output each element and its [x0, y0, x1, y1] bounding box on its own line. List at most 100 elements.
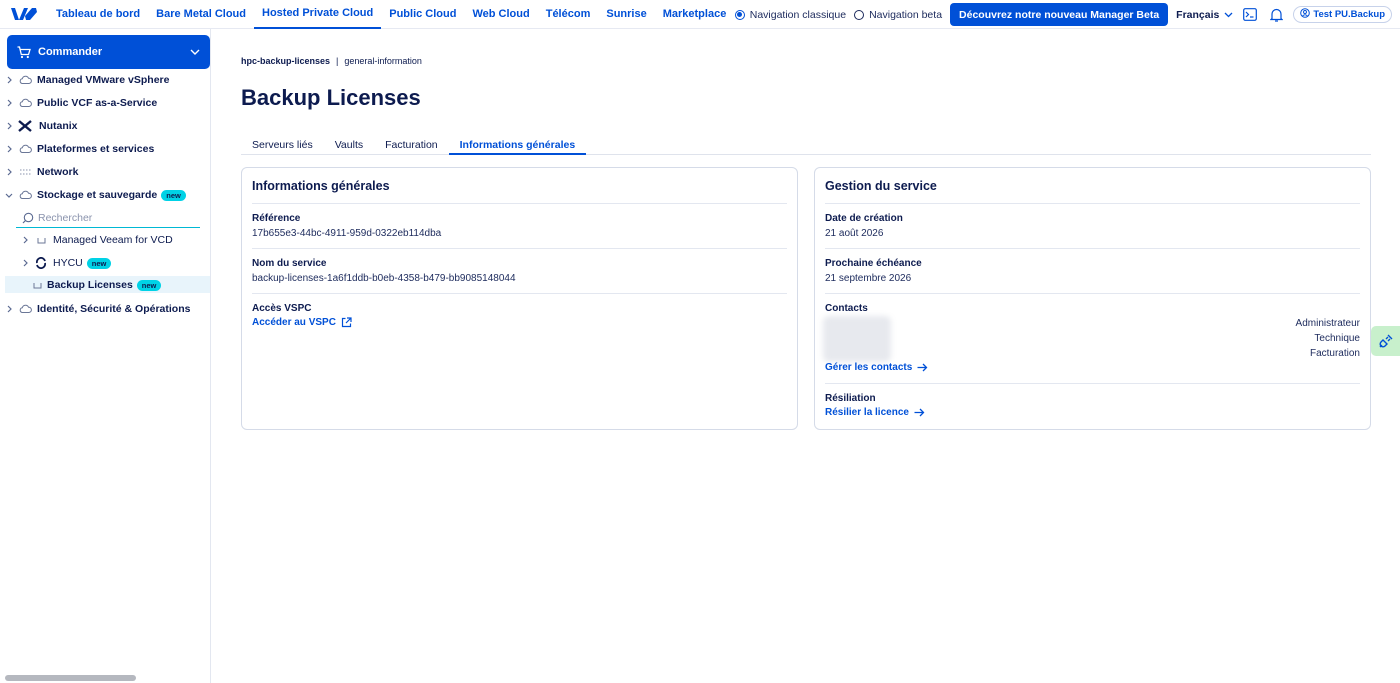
chevron-down-icon: [1224, 9, 1233, 21]
topnav-tableau-de-bord[interactable]: Tableau de bord: [48, 0, 148, 29]
topnav-hosted-private-cloud[interactable]: Hosted Private Cloud: [254, 0, 382, 29]
cart-icon: [17, 45, 31, 59]
nav-beta-radio[interactable]: Navigation beta: [854, 9, 942, 21]
storage-icon: [30, 281, 44, 289]
creation-date-value: 21 août 2026: [825, 228, 884, 239]
manage-contacts-link[interactable]: Gérer les contacts: [825, 362, 928, 373]
breadcrumb-item-current: general-information: [344, 56, 422, 66]
tab-informations-generales[interactable]: Informations générales: [448, 139, 587, 155]
expiry-date-value: 21 septembre 2026: [825, 273, 912, 284]
sidebar-search-input[interactable]: Rechercher: [16, 208, 200, 228]
sidebar-subitem-hycu[interactable]: HYCU new: [16, 253, 112, 273]
tab-facturation[interactable]: Facturation: [374, 139, 449, 155]
storage-icon: [32, 236, 50, 244]
account-button[interactable]: Test PU.Backup: [1293, 6, 1392, 23]
new-badge: new: [86, 257, 112, 269]
page-title: Backup Licenses: [241, 85, 421, 110]
cloud-icon: [16, 144, 34, 154]
arrow-right-icon: [917, 363, 928, 372]
user-icon: [1300, 8, 1311, 21]
creation-date-label: Date de création: [825, 213, 903, 224]
tab-vaults[interactable]: Vaults: [324, 139, 374, 155]
top-navigation-bar: Tableau de bord Bare Metal Cloud Hosted …: [0, 0, 1400, 29]
vspc-access-label: Accès VSPC: [252, 303, 312, 314]
card-title: Gestion du service: [825, 179, 937, 193]
radio-selected-icon: [734, 9, 745, 20]
cloud-icon: [16, 75, 34, 85]
contact-role-admin: Administrateur: [1295, 318, 1360, 329]
nutanix-icon: [16, 120, 34, 132]
contact-role-technical: Technique: [1314, 333, 1360, 344]
nav-classic-radio[interactable]: Navigation classique: [734, 8, 847, 21]
breadcrumb-item-service[interactable]: hpc-backup-licenses: [241, 56, 330, 66]
main-content: hpc-backup-licenses | general-informatio…: [211, 29, 1400, 683]
service-name-label: Nom du service: [252, 258, 327, 269]
topnav-marketplace[interactable]: Marketplace: [655, 0, 735, 29]
feedback-side-tab[interactable]: [1371, 326, 1400, 356]
external-link-icon: [341, 317, 352, 328]
top-right-controls: Navigation classique Navigation beta Déc…: [734, 0, 1392, 29]
contacts-label: Contacts: [825, 303, 868, 314]
ovh-logo-icon[interactable]: [0, 0, 48, 29]
terminal-icon[interactable]: [1241, 6, 1259, 24]
sidebar-item-stockage[interactable]: Stockage et sauvegarde new: [0, 185, 186, 205]
sidebar-item-plateformes[interactable]: Plateformes et services: [0, 139, 154, 159]
sidebar-item-network[interactable]: Network: [0, 162, 78, 182]
tab-serveurs-lies[interactable]: Serveurs liés: [241, 139, 324, 155]
sidebar-item-identite[interactable]: Identité, Sécurité & Opérations: [0, 299, 190, 319]
terminate-license-label: Résilier la licence: [825, 407, 909, 418]
termination-label: Résiliation: [825, 393, 876, 404]
chevron-right-icon: [2, 305, 16, 313]
sidebar-subitem-label: Managed Veeam for VCD: [53, 234, 173, 246]
sidebar-item-label: Managed VMware vSphere: [37, 74, 170, 86]
nav-beta-label: Navigation beta: [869, 8, 943, 21]
sidebar-item-public-vcf[interactable]: Public VCF as-a-Service: [0, 93, 157, 113]
chevron-right-icon: [2, 122, 16, 130]
service-name-value: backup-licenses-1a6f1ddb-b0eb-4358-b479-…: [252, 273, 516, 284]
sidebar-subitem-backup-licenses[interactable]: Backup Licenses new: [30, 275, 162, 295]
card-title: Informations générales: [252, 179, 390, 193]
divider: [252, 203, 787, 204]
cloud-icon: [16, 98, 34, 108]
topnav-public-cloud[interactable]: Public Cloud: [381, 0, 464, 29]
divider: [825, 203, 1360, 204]
chevron-down-icon: [2, 193, 16, 198]
sidebar-item-label: Identité, Sécurité & Opérations: [37, 303, 191, 315]
network-icon: [16, 168, 34, 176]
tab-bar: Serveurs liés Vaults Facturation Informa…: [241, 139, 1371, 155]
beta-manager-button[interactable]: Découvrez notre nouveau Manager Beta: [950, 3, 1169, 26]
sidebar-subitem-label: HYCU: [53, 257, 83, 269]
cloud-icon: [16, 304, 34, 314]
chevron-right-icon: [2, 145, 16, 153]
general-information-card: Informations générales Référence 17b655e…: [241, 167, 798, 430]
sidebar: Commander Managed VMware vSphere Public …: [0, 29, 211, 683]
contact-role-billing: Facturation: [1309, 348, 1360, 359]
bell-icon[interactable]: [1267, 6, 1285, 24]
vspc-access-link[interactable]: Accéder au VSPC: [252, 317, 352, 328]
topnav-web-cloud[interactable]: Web Cloud: [464, 0, 537, 29]
topnav-bare-metal-cloud[interactable]: Bare Metal Cloud: [148, 0, 254, 29]
topnav-telecom[interactable]: Télécom: [538, 0, 599, 29]
chevron-right-icon: [18, 236, 32, 244]
search-icon: [22, 212, 34, 224]
terminate-license-link[interactable]: Résilier la licence: [825, 407, 925, 418]
divider: [825, 383, 1360, 384]
chevron-right-icon: [2, 99, 16, 107]
expiry-date-label: Prochaine échéance: [825, 258, 922, 269]
sidebar-item-nutanix[interactable]: Nutanix: [0, 116, 78, 136]
sidebar-horizontal-scrollbar[interactable]: [5, 675, 136, 681]
commander-button[interactable]: Commander: [7, 35, 210, 69]
search-placeholder: Rechercher: [38, 211, 93, 224]
divider: [825, 293, 1360, 294]
sidebar-item-label: Nutanix: [39, 120, 78, 132]
topnav-sunrise[interactable]: Sunrise: [598, 0, 654, 29]
sidebar-subitem-managed-veeam[interactable]: Managed Veeam for VCD: [16, 230, 173, 250]
divider: [252, 248, 787, 249]
service-management-card: Gestion du service Date de création 21 a…: [814, 167, 1371, 430]
sidebar-item-managed-vmware[interactable]: Managed VMware vSphere: [0, 70, 169, 90]
language-selector[interactable]: Français: [1176, 9, 1233, 21]
plug-icon: [1378, 334, 1393, 348]
manage-contacts-label: Gérer les contacts: [825, 362, 913, 373]
breadcrumb: hpc-backup-licenses | general-informatio…: [241, 56, 422, 66]
nav-classic-label: Navigation classique: [749, 8, 847, 21]
